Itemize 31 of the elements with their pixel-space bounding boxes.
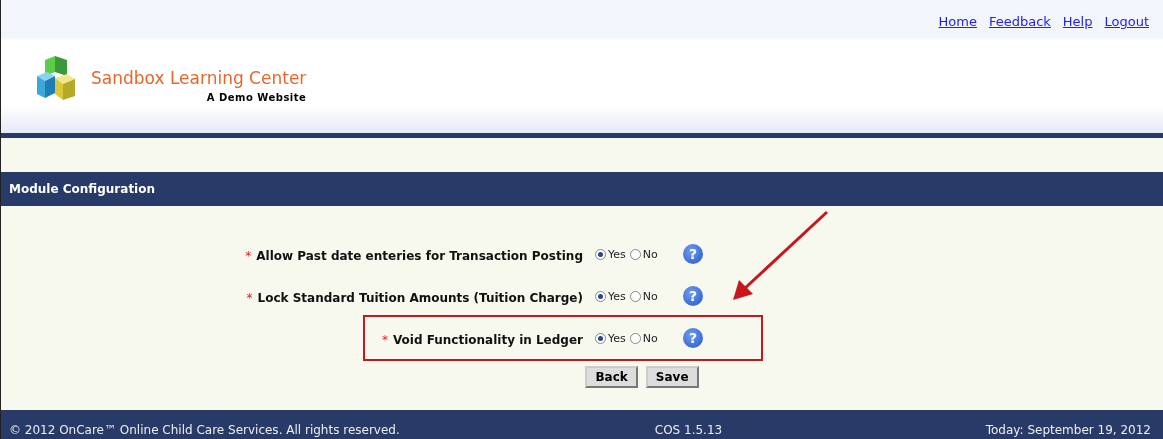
radio-label[interactable]: No — [642, 247, 658, 261]
nav-link[interactable]: Feedback — [988, 14, 1051, 40]
cubes-logo-icon — [35, 54, 77, 102]
nav-link[interactable]: Help — [1062, 14, 1093, 40]
radio-button[interactable] — [595, 290, 606, 302]
setting-label: Lock Standard Tuition Amounts (Tuition Charge) — [257, 290, 583, 305]
nav-link[interactable]: Logout — [1104, 14, 1149, 40]
radio-label[interactable]: Yes — [608, 331, 626, 345]
form-button[interactable]: Save — [645, 366, 699, 388]
section-title: Module Configuration — [9, 182, 156, 196]
site-title: Sandbox Learning Center — [91, 68, 307, 88]
site-subtitle: A Demo Website — [206, 92, 307, 103]
radio-button[interactable] — [595, 332, 606, 344]
setting-label: Allow Past date enteries for Transaction Posting — [256, 248, 583, 263]
setting-label: Void Functionality in Ledger — [392, 332, 583, 347]
form-button[interactable]: Back — [585, 366, 638, 388]
version-text: COS 1.5.13 — [654, 423, 723, 437]
required-mark: * — [246, 290, 253, 305]
radio-button[interactable] — [595, 248, 606, 260]
date-text: Today: September 19, 2012 — [985, 423, 1151, 437]
radio-label[interactable]: No — [642, 289, 658, 303]
radio-button[interactable] — [629, 332, 641, 344]
radio-button[interactable] — [629, 248, 641, 260]
radio-label[interactable]: Yes — [608, 247, 626, 261]
required-mark: * — [245, 248, 252, 263]
nav-link[interactable]: Home — [938, 14, 977, 40]
required-mark: * — [381, 332, 388, 347]
radio-label[interactable]: Yes — [608, 289, 626, 303]
radio-label[interactable]: No — [642, 331, 658, 345]
radio-button[interactable] — [629, 290, 641, 302]
copyright-text: © 2012 OnCare™ Online Child Care Services. All rights reserved. — [9, 423, 400, 437]
